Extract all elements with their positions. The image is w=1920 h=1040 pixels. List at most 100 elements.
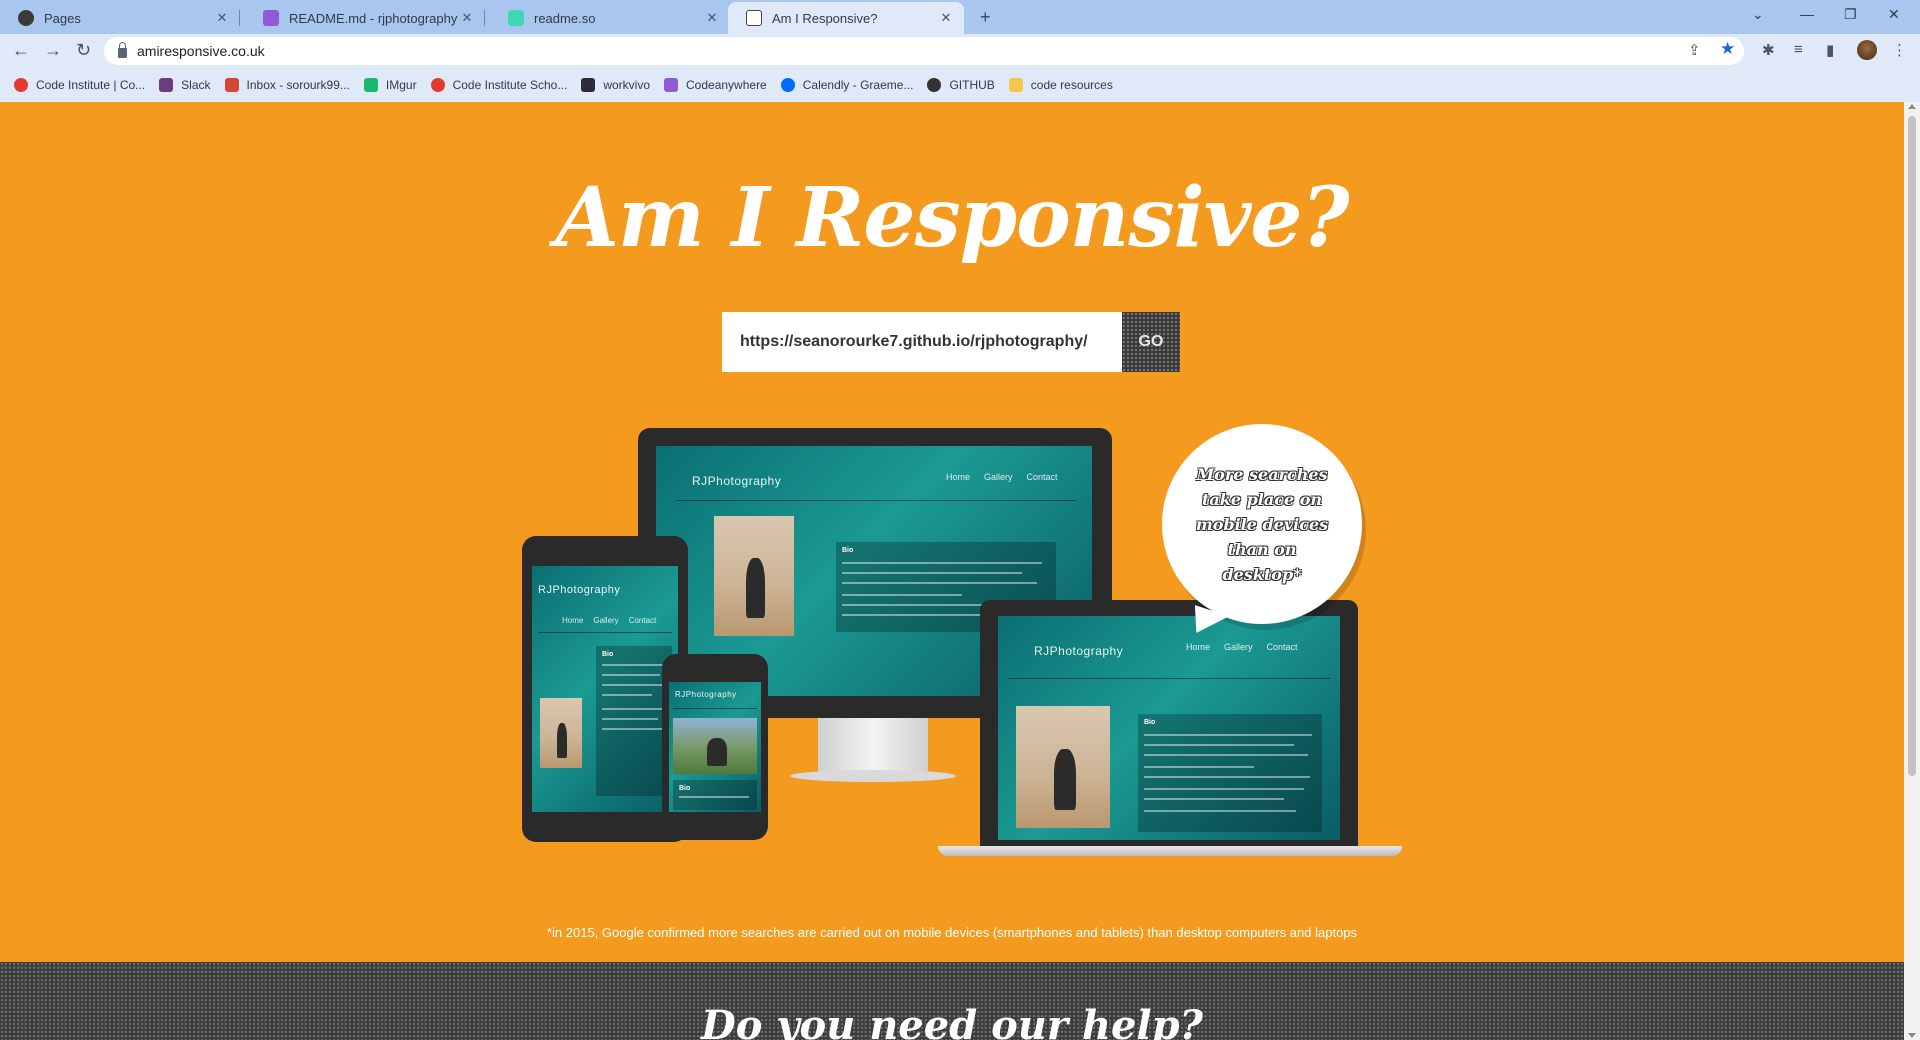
text-line xyxy=(602,674,660,676)
text-line xyxy=(602,718,658,720)
side-panel-icon[interactable]: ▮ xyxy=(1826,41,1834,59)
text-line xyxy=(602,684,662,686)
bookmark-favicon-icon xyxy=(430,78,445,92)
close-icon[interactable]: ✕ xyxy=(214,10,230,26)
page-scrollbar[interactable] xyxy=(1904,102,1920,1040)
text-line xyxy=(1144,788,1304,790)
site-menu-contact: Contact xyxy=(1266,642,1298,652)
close-icon[interactable]: ✕ xyxy=(459,10,475,26)
site-brand: RJPhotography xyxy=(692,474,782,488)
lock-icon[interactable] xyxy=(118,42,127,58)
site-bio-box: Bio xyxy=(1138,714,1322,832)
site-menu: Home Gallery Contact xyxy=(562,616,656,625)
tab-am-i-responsive[interactable]: Am I Responsive? ✕ xyxy=(728,2,964,34)
share-icon[interactable]: ⇪ xyxy=(1688,41,1701,59)
tab-search-icon[interactable]: ⌄ xyxy=(1752,6,1764,23)
text-line xyxy=(602,664,664,666)
media-icon[interactable]: ≡ xyxy=(1794,41,1803,58)
site-divider xyxy=(673,708,757,709)
bookmark-favicon-icon xyxy=(581,78,596,92)
text-line xyxy=(842,594,962,596)
close-icon[interactable]: ✕ xyxy=(938,10,954,26)
tab-pages[interactable]: Pages ✕ xyxy=(0,2,240,34)
speech-bubble: More searches take place on mobile devic… xyxy=(1162,424,1362,624)
tab-strip: Pages ✕ README.md - rjphotography - C ✕ … xyxy=(0,0,1920,34)
bookmark-label: Codeanywhere xyxy=(686,78,767,92)
bookmark-favicon-icon xyxy=(780,78,795,92)
go-button[interactable]: GO xyxy=(1122,312,1180,372)
bookmark-item[interactable]: Calendly - Graeme... xyxy=(780,78,914,92)
laptop-device: RJPhotography Home Gallery Contact Bio xyxy=(980,600,1358,848)
scrollbar-thumb[interactable] xyxy=(1908,116,1916,776)
text-line xyxy=(602,694,652,696)
bookmark-item[interactable]: Code Institute Scho... xyxy=(430,78,567,92)
back-icon[interactable]: ← xyxy=(12,40,30,61)
extensions-icon[interactable]: ✱ xyxy=(1762,41,1775,59)
page-content: Am I Responsive? GO RJPhotography Home G… xyxy=(0,102,1904,1040)
site-bio-heading: Bio xyxy=(679,785,691,792)
address-bar[interactable]: amiresponsive.co.uk xyxy=(104,37,1744,65)
forward-icon[interactable]: → xyxy=(44,40,62,61)
site-menu: Home Gallery Contact xyxy=(1186,642,1298,652)
site-bio-heading: Bio xyxy=(1144,719,1156,726)
bookmark-label: IMgur xyxy=(385,78,417,92)
text-line xyxy=(679,796,749,798)
tab-favicon-icon xyxy=(18,10,34,26)
close-icon[interactable]: ✕ xyxy=(704,10,720,26)
text-line xyxy=(842,572,1022,574)
monitor-base xyxy=(790,770,956,782)
window-close-icon[interactable]: ✕ xyxy=(1888,6,1900,23)
profile-avatar[interactable] xyxy=(1857,40,1877,60)
site-menu-contact: Contact xyxy=(628,616,657,625)
site-brand: RJPhotography xyxy=(675,690,737,699)
bubble-text: More searches take place on mobile devic… xyxy=(1195,464,1329,584)
text-line xyxy=(842,582,1037,584)
text-line xyxy=(1144,766,1254,768)
reload-icon[interactable]: ↻ xyxy=(76,40,91,61)
url-input[interactable] xyxy=(722,312,1122,372)
laptop-base xyxy=(938,846,1402,856)
site-photo xyxy=(540,698,582,768)
tab-title: Am I Responsive? xyxy=(772,10,878,26)
bookmark-item[interactable]: Code Institute | Co... xyxy=(14,78,145,92)
phone-device: RJPhotography Bio xyxy=(662,654,768,840)
bookmark-item[interactable]: GITHUB xyxy=(927,78,995,92)
site-menu-gallery: Gallery xyxy=(593,616,619,625)
site-bio-heading: Bio xyxy=(842,547,854,554)
scroll-down-icon[interactable] xyxy=(1908,1033,1916,1038)
bookmark-item[interactable]: workvivo xyxy=(581,78,650,92)
bookmark-item[interactable]: Inbox - sorourk99... xyxy=(224,78,350,92)
tab-readme-so[interactable]: readme.so ✕ xyxy=(490,2,730,34)
tab-favicon-icon xyxy=(263,10,279,26)
bookmark-item[interactable]: Slack xyxy=(159,78,211,92)
tab-readme[interactable]: README.md - rjphotography - C ✕ xyxy=(245,2,485,34)
text-line xyxy=(1144,754,1308,756)
menu-icon[interactable]: ⋮ xyxy=(1892,41,1907,59)
text-line xyxy=(1144,744,1294,746)
site-menu-gallery: Gallery xyxy=(1224,642,1253,652)
minimize-icon[interactable]: — xyxy=(1800,6,1814,22)
bookmark-item[interactable]: code resources xyxy=(1008,78,1113,92)
bookmark-favicon-icon xyxy=(224,78,239,92)
bookmark-label: Slack xyxy=(181,78,211,92)
bookmark-item[interactable]: Codeanywhere xyxy=(664,78,767,92)
site-menu-contact: Contact xyxy=(1026,472,1058,482)
bookmark-favicon-icon xyxy=(664,78,679,92)
phone-screen: RJPhotography Bio xyxy=(669,682,761,812)
bookmark-label: Calendly - Graeme... xyxy=(802,78,914,92)
browser-toolbar: ← → ↻ amiresponsive.co.uk ⇪ ★ ✱ ≡ ▮ ⋮ xyxy=(0,34,1920,68)
text-line xyxy=(1144,776,1310,778)
text-line xyxy=(1144,810,1296,812)
help-section: Do you need our help? xyxy=(0,962,1904,1040)
bookmark-item[interactable]: IMgur xyxy=(363,78,417,92)
folder-icon xyxy=(1008,78,1023,92)
bookmark-label: workvivo xyxy=(603,78,651,92)
scroll-up-icon[interactable] xyxy=(1908,104,1916,109)
site-menu-home: Home xyxy=(946,472,971,482)
restore-icon[interactable]: ❐ xyxy=(1844,6,1857,23)
bookmark-star-icon[interactable]: ★ xyxy=(1720,39,1735,59)
tab-favicon-icon xyxy=(746,10,762,26)
new-tab-icon[interactable]: + xyxy=(980,7,991,28)
address-url[interactable]: amiresponsive.co.uk xyxy=(137,43,265,59)
bookmark-favicon-icon xyxy=(159,78,174,92)
